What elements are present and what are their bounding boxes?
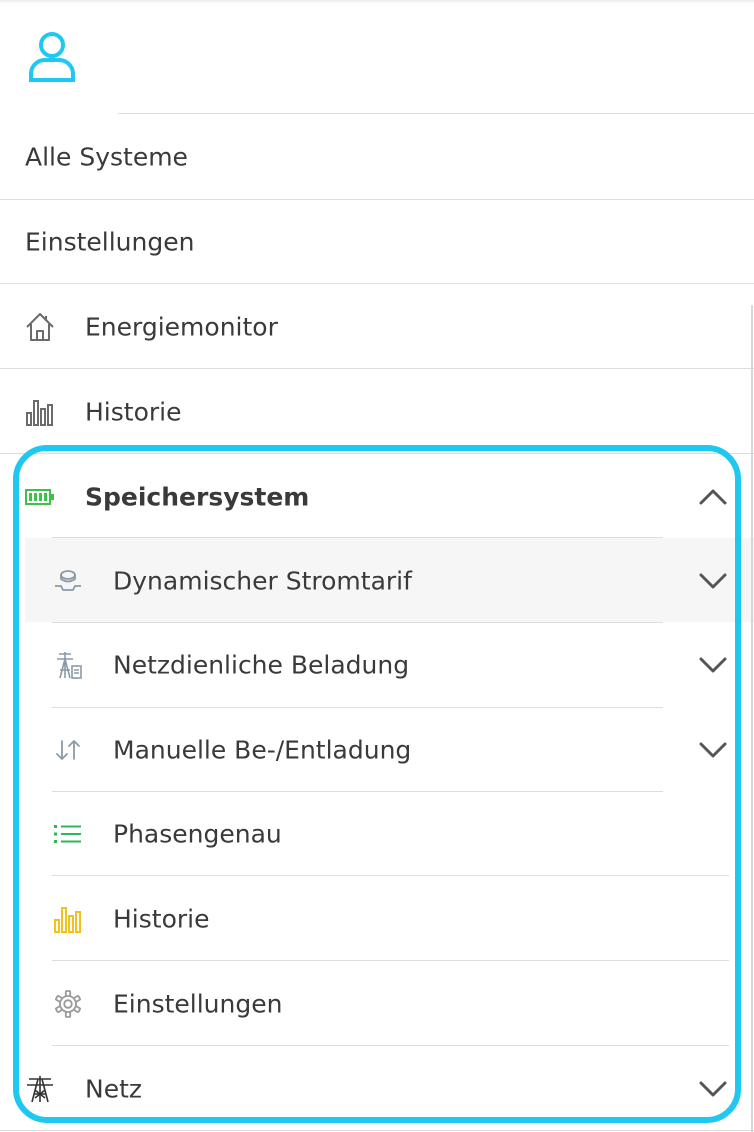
chevron-down-icon[interactable] xyxy=(698,1080,728,1098)
submenu-item-label: Dynamischer Stromtarif xyxy=(113,566,412,596)
top-shadow xyxy=(0,0,754,4)
nav-item-label: Alle Systeme xyxy=(25,142,188,172)
nav-item-grid[interactable]: Netz xyxy=(0,1047,754,1131)
bar-chart-icon xyxy=(54,907,81,933)
nav-item-label: Energiemonitor xyxy=(85,312,278,342)
up-down-arrows-icon xyxy=(56,740,80,760)
battery-icon xyxy=(25,489,54,505)
divider xyxy=(52,875,729,876)
submenu-item-history[interactable]: Historie xyxy=(0,877,754,961)
divider xyxy=(0,453,754,454)
submenu-item-label: Manuelle Be-/Entladung xyxy=(113,735,412,765)
scrollbar-track[interactable] xyxy=(751,305,753,1132)
chevron-down-icon[interactable] xyxy=(698,656,728,674)
user-icon[interactable] xyxy=(27,30,77,84)
submenu-item-dynamic-tariff[interactable]: Dynamischer Stromtarif xyxy=(0,539,754,623)
divider xyxy=(0,283,754,284)
nav-item-label: Speichersystem xyxy=(85,482,310,512)
gear-icon xyxy=(55,990,81,1018)
nav-item-settings[interactable]: Einstellungen xyxy=(0,200,754,284)
divider xyxy=(52,1045,729,1046)
submenu-item-phase-exact[interactable]: Phasengenau xyxy=(0,792,754,876)
list-icon xyxy=(54,825,81,843)
bar-chart-icon xyxy=(26,400,53,426)
divider xyxy=(52,960,729,961)
power-pylon-icon xyxy=(27,1076,53,1103)
grid-charging-icon xyxy=(57,652,82,679)
chevron-down-icon[interactable] xyxy=(698,572,728,590)
submenu-item-label: Einstellungen xyxy=(113,989,283,1019)
submenu-item-label: Netzdienliche Beladung xyxy=(113,650,410,680)
submenu-item-grid-charging[interactable]: Netzdienliche Beladung xyxy=(0,623,754,707)
nav-item-label: Netz xyxy=(85,1074,143,1104)
submenu-item-label: Historie xyxy=(113,904,210,934)
submenu-item-label: Phasengenau xyxy=(113,819,282,849)
chevron-up-icon[interactable] xyxy=(698,488,728,506)
nav-item-label: Einstellungen xyxy=(25,227,195,257)
divider xyxy=(0,368,754,369)
submenu-item-manual-charging[interactable]: Manuelle Be-/Entladung xyxy=(0,708,754,792)
tariff-icon xyxy=(55,570,81,591)
chevron-down-icon[interactable] xyxy=(698,741,728,759)
divider xyxy=(0,1130,754,1131)
nav-item-storage-system[interactable]: Speichersystem xyxy=(0,455,754,539)
nav-item-all-systems[interactable]: Alle Systeme xyxy=(0,115,754,199)
home-icon xyxy=(26,313,54,341)
nav-item-history[interactable]: Historie xyxy=(0,370,754,454)
nav-item-energy-monitor[interactable]: Energiemonitor xyxy=(0,285,754,369)
nav-item-label: Historie xyxy=(85,397,182,427)
submenu-item-settings[interactable]: Einstellungen xyxy=(0,962,754,1046)
divider xyxy=(118,113,754,114)
